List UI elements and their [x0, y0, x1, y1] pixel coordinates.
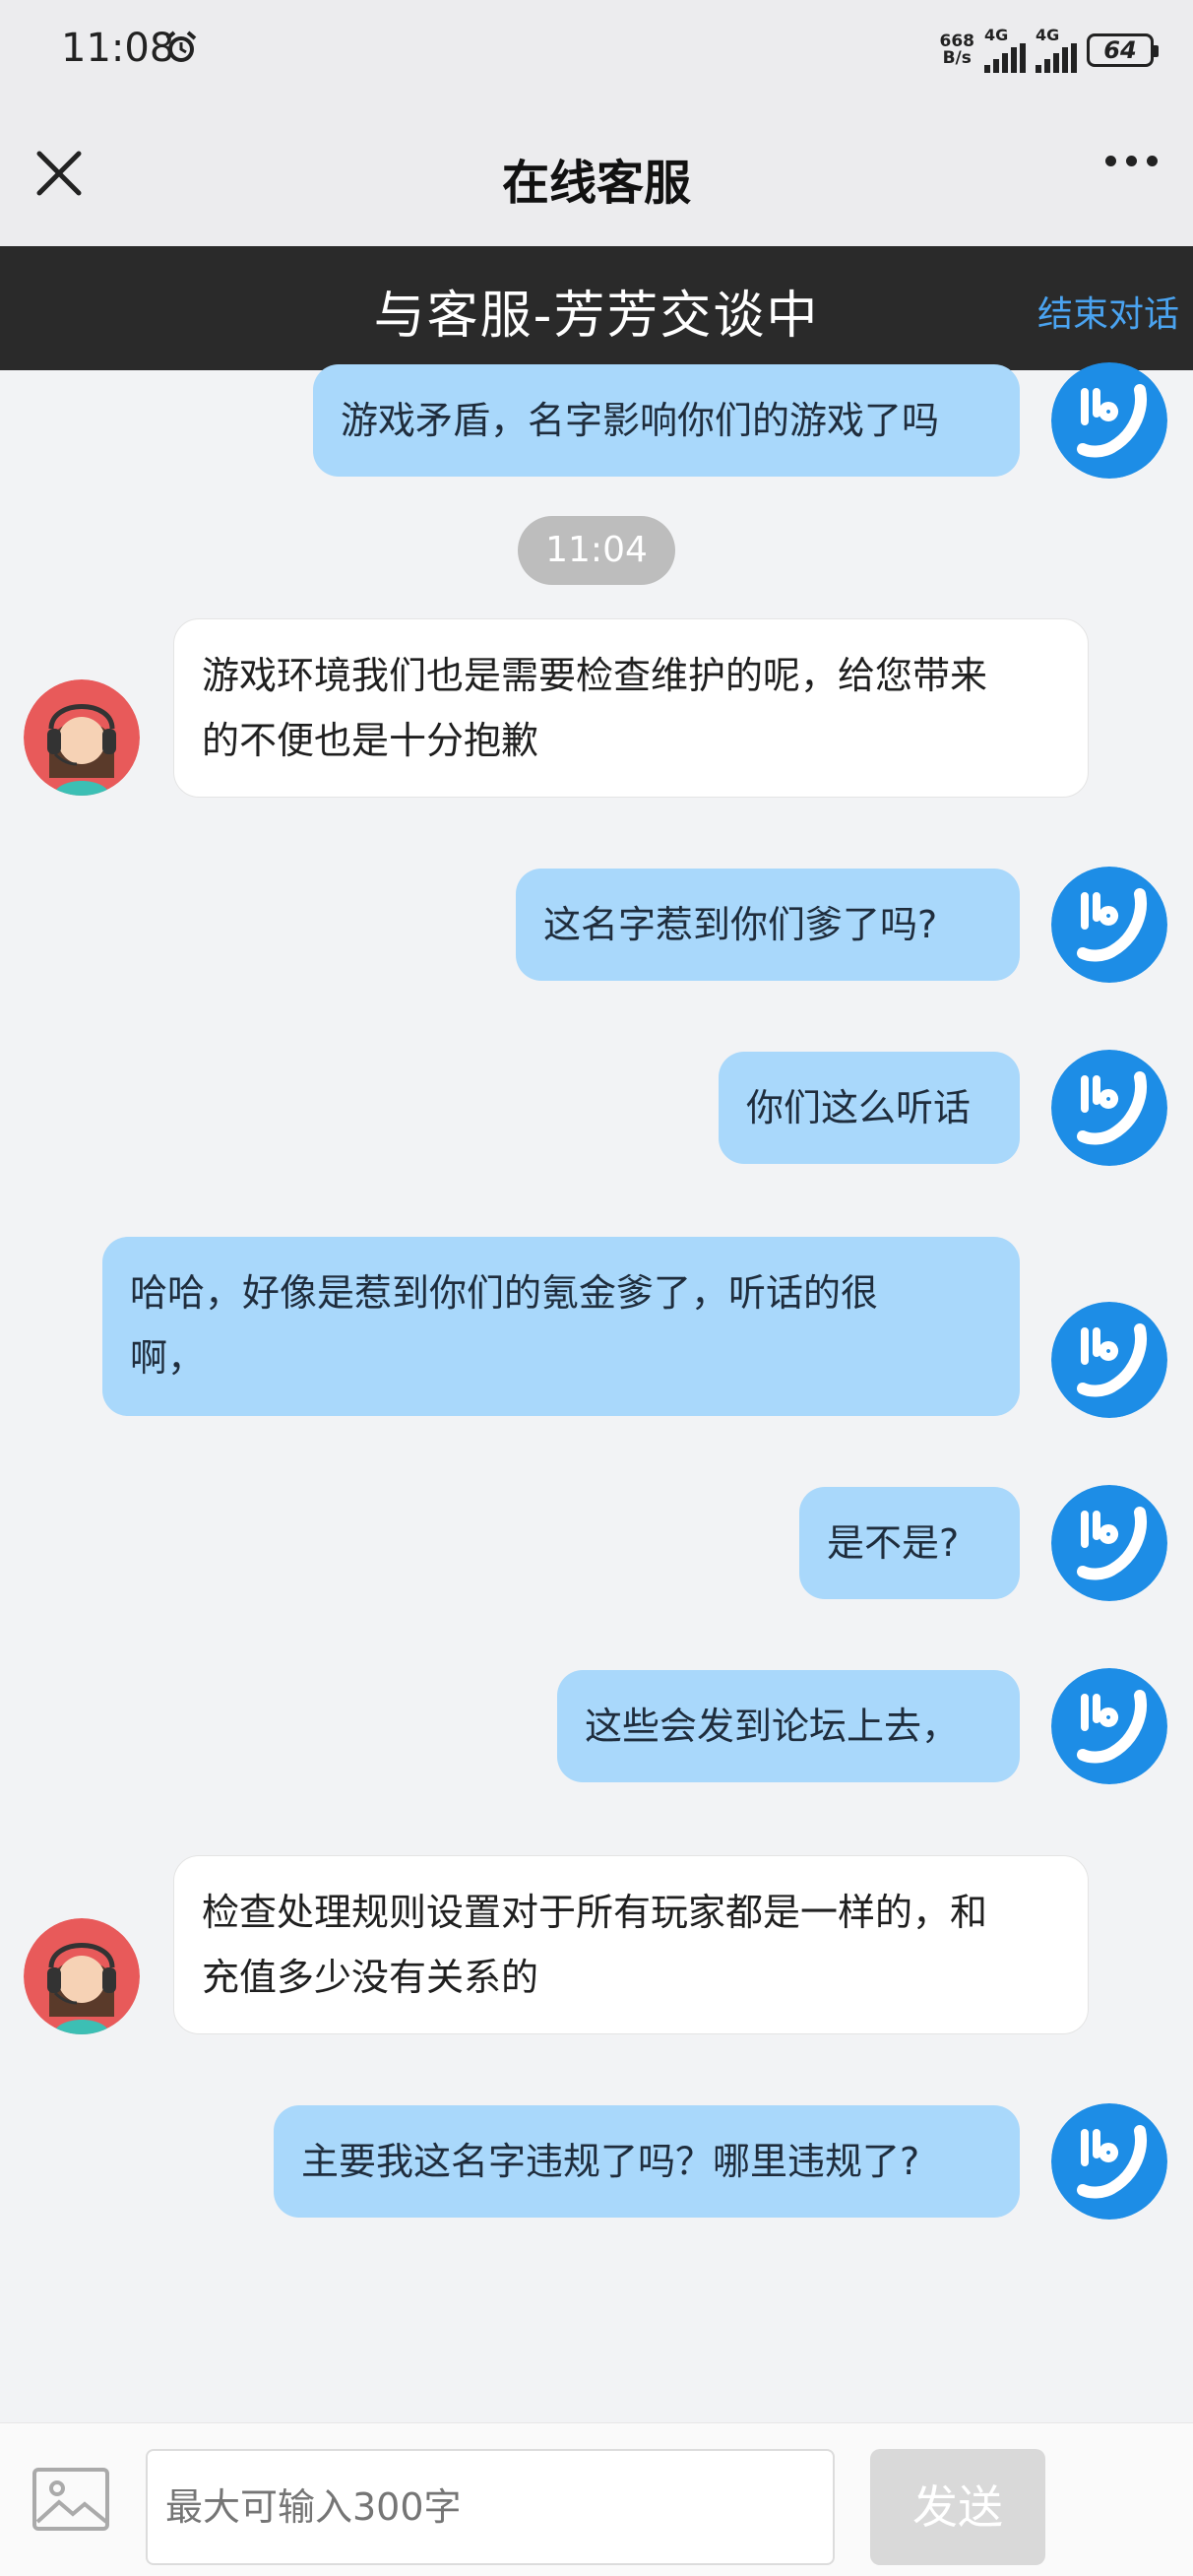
user-avatar	[1051, 2103, 1167, 2220]
battery-icon: 64	[1087, 33, 1159, 67]
user-message: 主要我这名字违规了吗？哪里违规了?	[274, 2105, 1020, 2218]
agent-message: 检查处理规则设置对于所有玩家都是一样的，和 充值多少没有关系的	[173, 1855, 1089, 2034]
end-conversation-button[interactable]: 结束对话	[1037, 286, 1179, 337]
signal-sim2-icon: 4G	[1036, 28, 1077, 73]
user-avatar	[1051, 362, 1167, 479]
message-input[interactable]	[146, 2449, 835, 2565]
signal-sim1-icon: 4G	[984, 28, 1026, 73]
user-avatar	[1051, 1485, 1167, 1601]
agent-session-banner: 与客服-芳芳交谈中 结束对话	[0, 246, 1193, 370]
status-time: 11:08	[61, 26, 175, 71]
app-header: 在线客服	[0, 98, 1193, 246]
timestamp-chip: 11:04	[518, 516, 675, 585]
user-avatar	[1051, 867, 1167, 983]
image-icon[interactable]	[31, 2467, 110, 2532]
network-speed: 668 B/s	[939, 32, 975, 68]
user-message: 游戏矛盾，名字影响你们的游戏了吗	[313, 364, 1020, 477]
agent-message: 游戏环境我们也是需要检查维护的呢，给您带来 的不便也是十分抱歉	[173, 618, 1089, 798]
status-bar: 11:08 668 B/s 4G 4G 64	[0, 0, 1193, 98]
agent-avatar	[24, 1918, 140, 2034]
user-message: 这些会发到论坛上去，	[557, 1670, 1020, 1782]
user-message: 这名字惹到你们爹了吗?	[516, 869, 1020, 981]
user-message: 你们这么听话	[719, 1052, 1020, 1164]
alarm-icon	[165, 31, 197, 62]
user-avatar	[1051, 1302, 1167, 1418]
user-message: 是不是?	[799, 1487, 1020, 1599]
user-message: 哈哈，好像是惹到你们的氪金爹了，听话的很 啊，	[102, 1237, 1020, 1416]
session-status-text: 与客服-芳芳交谈中	[373, 287, 820, 346]
battery-level: 64	[1103, 36, 1137, 64]
user-avatar	[1051, 1668, 1167, 1784]
send-button[interactable]: 发送	[870, 2449, 1045, 2565]
more-icon[interactable]	[1105, 156, 1158, 166]
input-bar: 发送	[0, 2422, 1193, 2576]
user-avatar	[1051, 1050, 1167, 1166]
page-title: 在线客服	[501, 156, 691, 211]
agent-avatar	[24, 679, 140, 796]
